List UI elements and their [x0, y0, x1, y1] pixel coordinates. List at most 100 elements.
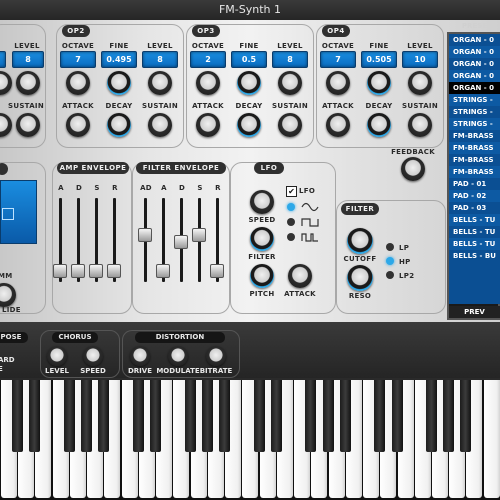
black-key[interactable]	[322, 380, 334, 452]
op4-level-display[interactable]: 10	[402, 51, 438, 68]
preset-item[interactable]: ORGAN - 0	[449, 46, 500, 58]
op3-octave-display[interactable]: 2	[190, 51, 226, 68]
filter-ad-slider-handle[interactable]	[138, 228, 152, 242]
prev-button[interactable]: PREV	[449, 306, 500, 318]
op3-decay-knob[interactable]	[237, 113, 261, 137]
op4-attack-knob[interactable]	[326, 113, 350, 137]
preset-item[interactable]: BELLS - TU	[449, 238, 500, 250]
black-key[interactable]	[81, 380, 93, 452]
preset-item[interactable]: FM-BRASS	[449, 166, 500, 178]
filter-s-slider-handle[interactable]	[192, 228, 206, 242]
op3-fine-display[interactable]: 0.5	[231, 51, 267, 68]
op3-level-knob[interactable]	[278, 71, 302, 95]
filter-d-slider-handle[interactable]	[174, 235, 188, 249]
preset-item[interactable]: ORGAN - 0	[449, 58, 500, 70]
preset-item[interactable]: STRINGS -	[449, 118, 500, 130]
op3-octave-knob[interactable]	[196, 71, 220, 95]
black-key[interactable]	[391, 380, 403, 452]
lp2-led[interactable]	[386, 271, 394, 279]
lfo-sine-led[interactable]	[287, 203, 295, 211]
lfo-speed-knob[interactable]	[250, 190, 274, 214]
amp-r-slider-handle[interactable]	[107, 264, 121, 278]
bitrate-knob[interactable]	[206, 346, 226, 366]
op2-attack-knob[interactable]	[66, 113, 90, 137]
op1-level-display[interactable]: 8	[12, 51, 44, 68]
op1-sustain-knob[interactable]	[16, 113, 40, 137]
op4-decay-knob[interactable]	[367, 113, 391, 137]
lfo-pitch-knob[interactable]	[250, 264, 274, 288]
black-key[interactable]	[426, 380, 437, 452]
lfo-pulse-led[interactable]	[287, 233, 295, 241]
black-key[interactable]	[29, 380, 41, 452]
op4-octave-display[interactable]: 7	[320, 51, 356, 68]
chorus-speed-knob[interactable]	[83, 346, 103, 366]
filter-a-slider-handle[interactable]	[156, 264, 170, 278]
drive-knob[interactable]	[130, 346, 150, 366]
black-key[interactable]	[98, 380, 110, 452]
lfo-filter-knob[interactable]	[250, 227, 274, 251]
op3-level-display[interactable]: 8	[272, 51, 308, 68]
black-key[interactable]	[219, 380, 231, 452]
op4-sustain-knob[interactable]	[408, 113, 432, 137]
preset-item[interactable]: FM-BRASS	[449, 130, 500, 142]
amp-a-slider-handle[interactable]	[53, 264, 67, 278]
white-key[interactable]	[483, 380, 500, 498]
op2-octave-display[interactable]: 7	[60, 51, 96, 68]
preset-item[interactable]: BELLS - TU	[449, 214, 500, 226]
op1-level-knob[interactable]	[16, 71, 40, 95]
preset-item[interactable]: ORGAN - 0	[449, 34, 500, 46]
op3-attack-knob[interactable]	[196, 113, 220, 137]
black-key[interactable]	[339, 380, 351, 452]
modulate-knob[interactable]	[168, 346, 188, 366]
preset-item[interactable]: FM-BRASS	[449, 154, 500, 166]
black-key[interactable]	[184, 380, 196, 452]
black-key[interactable]	[150, 380, 162, 452]
lfo-square-led[interactable]	[287, 218, 295, 226]
lp-led[interactable]	[386, 243, 394, 251]
black-key[interactable]	[443, 380, 455, 452]
black-key[interactable]	[374, 380, 386, 452]
amp-d-slider-handle[interactable]	[71, 264, 85, 278]
black-key[interactable]	[132, 380, 144, 452]
filter-r-slider-handle[interactable]	[210, 264, 224, 278]
op3-sustain-knob[interactable]	[278, 113, 302, 137]
black-key[interactable]	[253, 380, 265, 452]
preset-item[interactable]: STRINGS -	[449, 94, 500, 106]
black-key[interactable]	[12, 380, 24, 452]
preset-item[interactable]: FM-BRASS	[449, 142, 500, 154]
black-key[interactable]	[460, 380, 472, 452]
preset-item[interactable]: BELLS - TU	[449, 226, 500, 238]
black-key[interactable]	[201, 380, 213, 452]
preset-item[interactable]: PAD - 01	[449, 178, 500, 190]
black-key[interactable]	[305, 380, 317, 452]
op4-octave-knob[interactable]	[326, 71, 350, 95]
black-key[interactable]	[270, 380, 282, 452]
op2-sustain-knob[interactable]	[148, 113, 172, 137]
preset-item[interactable]: BELLS - BU	[449, 250, 500, 262]
reso-knob[interactable]	[347, 265, 373, 291]
preset-item[interactable]: PAD - 02	[449, 190, 500, 202]
preset-item[interactable]: STRINGS -	[449, 106, 500, 118]
amp-s-slider-handle[interactable]	[89, 264, 103, 278]
chorus-level-knob[interactable]	[47, 346, 67, 366]
op1-fine-display[interactable]	[0, 51, 6, 68]
cutoff-knob[interactable]	[347, 228, 373, 254]
op2-fine-knob[interactable]	[107, 71, 131, 95]
preset-item[interactable]: ORGAN - 0	[449, 70, 500, 82]
op4-level-knob[interactable]	[408, 71, 432, 95]
lfo-enable-checkbox[interactable]: ✔	[286, 186, 297, 197]
hp-led[interactable]	[386, 257, 394, 265]
op4-fine-display[interactable]: 0.505	[361, 51, 397, 68]
preset-item[interactable]: ORGAN - 0	[449, 82, 500, 94]
black-key[interactable]	[63, 380, 75, 452]
op2-octave-knob[interactable]	[66, 71, 90, 95]
feedback-knob[interactable]	[401, 157, 425, 181]
op2-level-knob[interactable]	[148, 71, 172, 95]
op4-fine-knob[interactable]	[367, 71, 391, 95]
op2-decay-knob[interactable]	[107, 113, 131, 137]
op3-fine-knob[interactable]	[237, 71, 261, 95]
preset-item[interactable]: PAD - 03	[449, 202, 500, 214]
op2-level-display[interactable]: 8	[142, 51, 178, 68]
lfo-attack-knob[interactable]	[288, 264, 312, 288]
op2-fine-display[interactable]: 0.495	[101, 51, 137, 68]
